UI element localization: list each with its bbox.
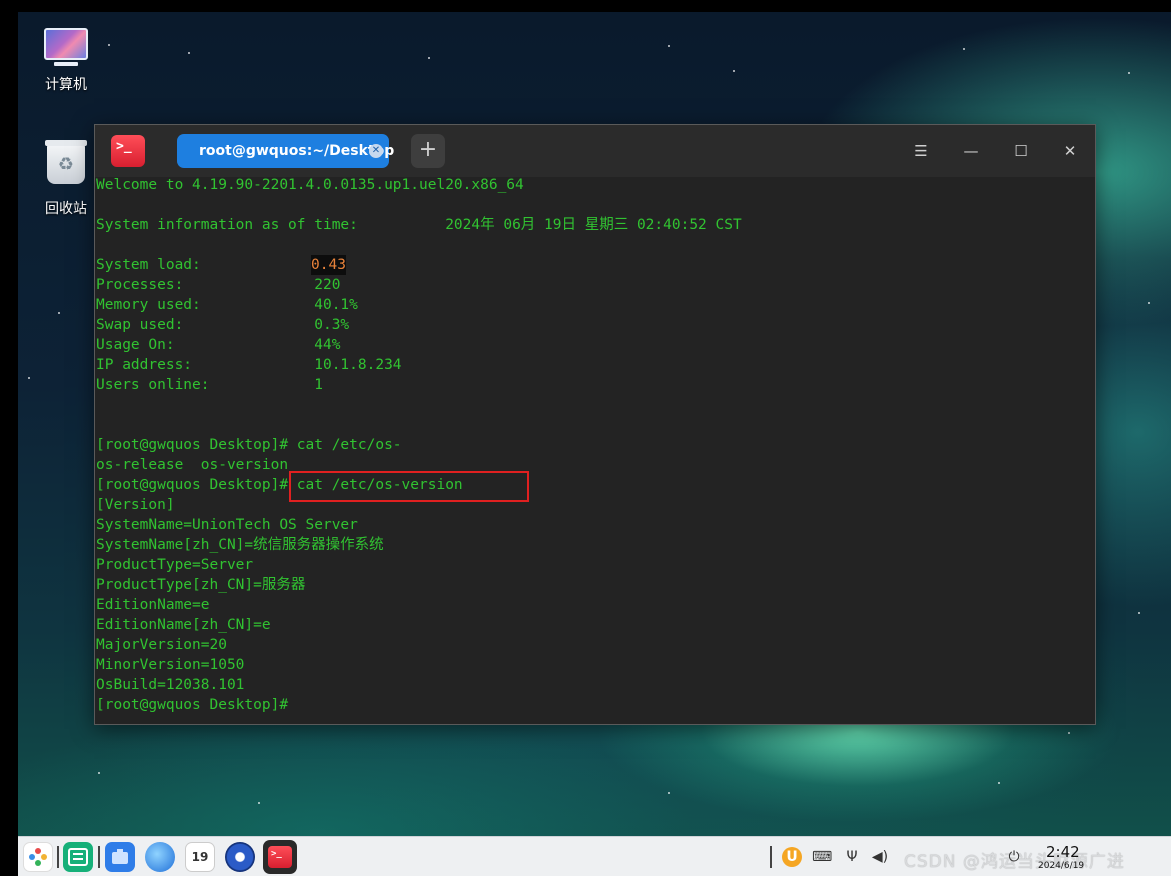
- terminal-titlebar[interactable]: >_ root@gwquos:~/Desktop ✕ + ☰ — ☐ ✕: [95, 125, 1095, 177]
- calendar-day: 19: [191, 850, 209, 864]
- taskbar: 19 >_ U ⌨ Ψ ◀) CSDN @鸿运当头财源广进 ⏻ 2:42 202…: [18, 836, 1171, 876]
- browser-icon[interactable]: [145, 842, 175, 872]
- terminal-line: System information as of time: 2024年 06月…: [96, 217, 742, 233]
- close-icon[interactable]: ✕: [1058, 139, 1082, 163]
- update-icon[interactable]: U: [782, 847, 802, 867]
- terminal-line: System load: 0.43: [96, 255, 346, 275]
- tab-close-icon[interactable]: ✕: [369, 144, 383, 158]
- terminal-tab[interactable]: root@gwquos:~/Desktop ✕: [177, 134, 394, 168]
- taskbar-separator: [98, 846, 100, 868]
- desktop-icon-label: 计算机: [45, 77, 87, 93]
- system-load-label: System load:: [96, 257, 201, 273]
- terminal-icon[interactable]: >_: [263, 840, 297, 874]
- clock-date[interactable]: 2024/6/19: [1038, 861, 1084, 871]
- terminal-line: MajorVersion=20: [96, 637, 227, 653]
- terminal-line: [Version]: [96, 497, 175, 513]
- multitask-view-icon[interactable]: [63, 842, 93, 872]
- terminal-line: EditionName=e: [96, 597, 210, 613]
- file-manager-icon[interactable]: [105, 842, 135, 872]
- desktop-icon-computer[interactable]: 计算机: [31, 28, 101, 94]
- terminal-line: Processes: 220: [96, 277, 341, 293]
- terminal-output[interactable]: Welcome to 4.19.90-2201.4.0.0135.up1.uel…: [95, 177, 1095, 724]
- terminal-line: IP address: 10.1.8.234: [96, 357, 402, 373]
- clock-time[interactable]: 2:42: [1046, 843, 1080, 861]
- terminal-line: [root@gwquos Desktop]#: [96, 697, 289, 713]
- terminal-line: EditionName[zh_CN]=e: [96, 617, 271, 633]
- terminal-window[interactable]: >_ root@gwquos:~/Desktop ✕ + ☰ — ☐ ✕ Wel…: [94, 124, 1096, 725]
- terminal-line: Memory used: 40.1%: [96, 297, 358, 313]
- annotation-highlight-box: [289, 471, 529, 502]
- launcher-icon[interactable]: [23, 842, 53, 872]
- settings-icon[interactable]: [225, 842, 255, 872]
- system-load-value: 0.43: [311, 255, 346, 275]
- volume-icon[interactable]: ◀): [870, 847, 890, 867]
- terminal-line: SystemName[zh_CN]=统信服务器操作系统: [96, 537, 384, 553]
- minimize-icon[interactable]: —: [959, 139, 983, 163]
- desktop-icon-label: 回收站: [45, 201, 87, 217]
- new-tab-button[interactable]: +: [411, 134, 445, 168]
- terminal-line: ProductType[zh_CN]=服务器: [96, 577, 306, 593]
- menu-icon[interactable]: ☰: [909, 139, 933, 163]
- calendar-icon[interactable]: 19: [185, 842, 215, 872]
- power-icon[interactable]: ⏻: [1004, 847, 1024, 867]
- terminal-app-icon[interactable]: >_: [111, 135, 145, 167]
- terminal-line: SystemName=UnionTech OS Server: [96, 517, 358, 533]
- tab-title: root@gwquos:~/Desktop: [199, 143, 395, 159]
- keyboard-icon[interactable]: ⌨: [812, 847, 832, 867]
- terminal-line: [root@gwquos Desktop]# cat /etc/os-: [96, 437, 402, 453]
- terminal-line: os-release os-version: [96, 457, 289, 473]
- maximize-icon[interactable]: ☐: [1009, 139, 1033, 163]
- taskbar-separator: [770, 846, 772, 868]
- terminal-line: ProductType=Server: [96, 557, 254, 573]
- computer-icon: [44, 28, 88, 66]
- terminal-line: Users online: 1: [96, 377, 323, 393]
- usb-icon[interactable]: Ψ: [842, 847, 862, 867]
- terminal-line: Usage On: 44%: [96, 337, 341, 353]
- terminal-line: Welcome to 4.19.90-2201.4.0.0135.up1.uel…: [96, 177, 524, 193]
- terminal-line: MinorVersion=1050: [96, 657, 245, 673]
- trash-icon: ♻: [45, 140, 87, 184]
- terminal-line: OsBuild=12038.101: [96, 677, 245, 693]
- terminal-line: Swap used: 0.3%: [96, 317, 350, 333]
- taskbar-separator: [57, 846, 59, 868]
- desktop-icon-trash[interactable]: ♻ 回收站: [31, 140, 101, 218]
